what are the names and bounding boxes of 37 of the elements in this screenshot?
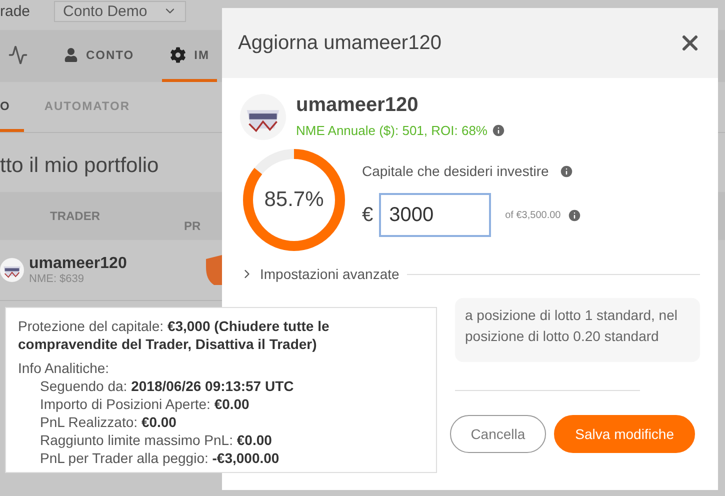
settings-icon bbox=[170, 46, 186, 62]
nav-tab[interactable]: CONTO bbox=[56, 30, 142, 82]
person-icon bbox=[64, 48, 78, 62]
analytics-title: Info Analitiche: bbox=[18, 359, 110, 377]
save-button[interactable]: Salva modifiche bbox=[554, 415, 695, 453]
analytics-line: PnL per Trader alla peggio: -€3,000.00 bbox=[39, 449, 280, 467]
trader-name: umameer120 bbox=[29, 255, 127, 273]
column-header: TRADER bbox=[50, 209, 100, 223]
analytics-line: Seguendo da: 2018/06/26 09:13:57 UTC bbox=[39, 377, 295, 395]
note-text: posizione di lotto 0.20 standard bbox=[465, 327, 660, 346]
sub-tab[interactable]: O bbox=[0, 82, 24, 132]
capital-input[interactable]: 3000 bbox=[379, 193, 492, 237]
allocation-percent: 85.7% bbox=[263, 187, 325, 213]
page-title: tto il mio portfolio bbox=[0, 154, 159, 179]
currency-symbol: € bbox=[362, 204, 374, 226]
account-label: rade bbox=[0, 2, 30, 20]
analytics-line: PnL Realizzato: €0.00 bbox=[39, 413, 178, 431]
info-icon bbox=[558, 164, 574, 178]
dialog-title: Aggiorna umameer120 bbox=[238, 32, 442, 54]
capital-label: Capitale che desideri investire bbox=[362, 163, 549, 179]
trader-name: umameer120 bbox=[296, 94, 420, 117]
note-text: a posizione di lotto 1 standard, nel bbox=[465, 306, 678, 325]
analytics-line: Importo di Posizioni Aperte: €0.00 bbox=[39, 395, 250, 413]
capital-max: of €3,500.00 bbox=[505, 210, 561, 220]
analytics-line: Raggiunto limite massimo PnL: €0.00 bbox=[39, 431, 273, 449]
chart-icon bbox=[8, 44, 28, 64]
trader-stats: NME Annuale ($): 501, ROI: 68% bbox=[296, 123, 488, 138]
info-icon bbox=[566, 208, 582, 222]
info-icon bbox=[491, 123, 506, 138]
column-header: PR bbox=[184, 219, 201, 233]
nav-tab[interactable]: IM bbox=[162, 30, 218, 82]
shield-icon bbox=[206, 255, 222, 285]
account-select[interactable]: Conto Demo bbox=[54, 0, 186, 22]
advanced-settings-toggle[interactable]: Impostazioni avanzate bbox=[240, 266, 400, 282]
cancel-button[interactable]: Cancella bbox=[450, 415, 546, 453]
trader-nme: NME: $639 bbox=[29, 273, 86, 285]
protection-text: Protezione del capitale: €3,000 (Chiudere tutte le compravendite del Trader, Disattiva il Trader) bbox=[18, 317, 330, 353]
